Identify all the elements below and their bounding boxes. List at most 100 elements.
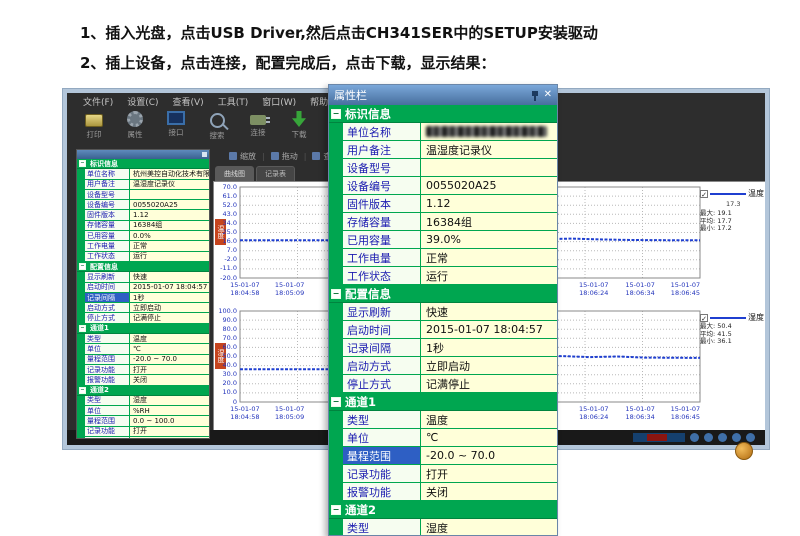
property-row[interactable]: 启动时间2015-01-07 18:04:57 [77,283,209,293]
property-row[interactable]: 设备编号0055020A25 [77,200,209,210]
property-row[interactable]: 类型温度 [77,334,209,344]
menu-item-4[interactable]: 窗口(W) [262,95,296,108]
property-label[interactable]: 单位 [85,406,130,415]
property-row[interactable]: 显示刷新快速 [77,272,209,282]
property-label[interactable]: 记录功能 [343,465,421,482]
property-row[interactable]: 单位%RH [77,406,209,416]
property-label[interactable]: 启动方式 [85,303,130,312]
property-row[interactable]: 报警功能关闭 [77,375,209,385]
property-row[interactable]: 已用容量0.0% [77,231,209,241]
property-row[interactable]: 工作电量正常 [329,249,557,267]
property-row[interactable]: 报警功能关闭 [77,437,209,439]
pin-icon[interactable] [531,90,540,101]
property-label[interactable]: 用户备注 [343,141,421,158]
property-row[interactable]: 设备编号0055020A25 [329,177,557,195]
collapse-icon[interactable]: − [79,263,86,270]
property-row[interactable]: 设备型号 [77,190,209,200]
property-label[interactable]: 单位 [85,344,130,353]
property-row[interactable]: 工作状态运行 [329,267,557,285]
property-row[interactable]: 用户备注温湿度记录仪 [77,180,209,190]
comment-icon[interactable] [704,433,713,442]
magnifier-button[interactable]: 搜索 [202,111,232,141]
property-row[interactable]: 记录功能打开 [329,465,557,483]
property-label[interactable]: 用户备注 [85,180,130,189]
docked-panel-close-icon[interactable] [202,152,207,157]
property-label[interactable]: 停止方式 [85,313,130,322]
property-label[interactable]: 存储容量 [85,221,130,230]
close-icon[interactable]: ✕ [544,89,552,101]
zoom-tool-button[interactable]: 缩放 [229,151,256,162]
property-label[interactable]: 单位名称 [85,169,130,178]
drag-tool-button[interactable]: 拖动 [271,151,298,162]
property-label[interactable]: 单位名称 [343,123,421,140]
property-label[interactable]: 记录功能 [85,427,130,436]
property-row[interactable]: 量程范围-20.0 ~ 70.0 [329,447,557,465]
edit-icon[interactable] [732,433,741,442]
property-label[interactable]: 量程范围 [343,447,421,464]
property-label[interactable]: 显示刷新 [85,272,130,281]
property-label[interactable]: 工作电量 [343,249,421,266]
property-row[interactable]: 存储容量16384组 [329,213,557,231]
collapse-icon[interactable]: − [79,160,86,167]
printer-button[interactable]: 打印 [79,111,109,140]
tab-curve-chart[interactable]: 曲线图 [215,166,254,181]
menu-item-1[interactable]: 设置(C) [127,95,158,108]
property-row[interactable]: 记录间隔1秒 [77,293,209,303]
property-label[interactable]: 类型 [85,334,130,343]
collapse-icon[interactable]: − [331,109,341,119]
property-row[interactable]: 固件版本1.12 [329,195,557,213]
property-label[interactable]: 类型 [343,519,421,536]
section-header[interactable]: −标识信息 [329,105,557,123]
property-row[interactable]: 单位名称 [329,123,557,141]
property-row[interactable]: 记录功能打开 [77,427,209,437]
property-row[interactable]: 量程范围0.0 ~ 100.0 [77,416,209,426]
property-row[interactable]: 启动方式立即启动 [329,357,557,375]
monitor-button[interactable]: 接口 [161,111,191,138]
gear-button[interactable]: 属性 [120,111,150,140]
property-row[interactable]: 单位℃ [77,344,209,354]
legend-checkbox[interactable]: ✓ [700,314,708,322]
property-label[interactable]: 停止方式 [343,375,421,392]
section-header[interactable]: −通道2 [329,501,557,519]
property-label[interactable]: 记录间隔 [85,293,130,302]
player-control-icon[interactable] [690,433,699,442]
property-row[interactable]: 固件版本1.12 [77,210,209,220]
property-label[interactable]: 量程范围 [85,355,130,364]
section-header[interactable]: −通道1 [329,393,557,411]
property-label[interactable]: 设备编号 [343,177,421,194]
property-label[interactable]: 量程范围 [85,416,130,425]
player-progress-bar[interactable] [633,433,685,442]
property-label[interactable]: 启动方式 [343,357,421,374]
property-label[interactable]: 存储容量 [343,213,421,230]
property-label[interactable]: 报警功能 [85,375,130,384]
property-label[interactable]: 设备型号 [343,159,421,176]
collapse-icon[interactable]: − [331,505,341,515]
collapse-icon[interactable]: − [79,387,86,394]
property-row[interactable]: 启动方式立即启动 [77,303,209,313]
property-label[interactable]: 已用容量 [85,231,130,240]
tab-record-table[interactable]: 记录表 [256,166,295,181]
property-row[interactable]: 显示刷新快速 [329,303,557,321]
property-row[interactable]: 启动时间2015-01-07 18:04:57 [329,321,557,339]
property-label[interactable]: 启动时间 [85,283,130,292]
property-label[interactable]: 启动时间 [343,321,421,338]
property-row[interactable]: 类型温度 [329,411,557,429]
menu-item-3[interactable]: 工具(T) [218,95,249,108]
property-row[interactable]: 工作状态运行 [77,252,209,262]
property-row[interactable]: 记录间隔1秒 [329,339,557,357]
property-row[interactable]: 用户备注温湿度记录仪 [329,141,557,159]
property-row[interactable]: 单位名称杭州美控自动化技术有限公司 [77,169,209,179]
property-label[interactable]: 设备型号 [85,190,130,199]
property-label[interactable]: 显示刷新 [343,303,421,320]
property-label[interactable]: 类型 [343,411,421,428]
download-button[interactable]: 下载 [284,111,314,140]
property-row[interactable]: 量程范围-20.0 ~ 70.0 [77,355,209,365]
property-row[interactable]: 工作电量正常 [77,241,209,251]
property-label[interactable]: 报警功能 [343,483,421,500]
property-label[interactable]: 记录间隔 [343,339,421,356]
property-row[interactable]: 类型湿度 [329,519,557,536]
property-row[interactable]: 记录功能打开 [77,365,209,375]
settings-icon[interactable] [718,433,727,442]
section-header[interactable]: −通道2 [77,386,209,396]
property-label[interactable]: 报警功能 [85,437,130,439]
